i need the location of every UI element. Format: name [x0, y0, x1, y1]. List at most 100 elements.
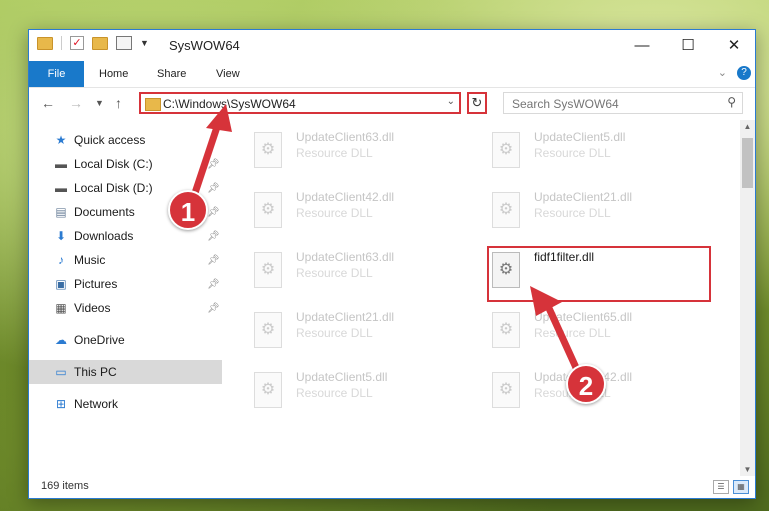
sidebar-item-pictures[interactable]: ▣ Pictures 📌︎: [29, 272, 222, 296]
sidebar-item-label: Music: [74, 253, 106, 267]
search-input[interactable]: [510, 95, 714, 113]
folder-icon: [145, 98, 161, 111]
title-bar: ✓ ▼ SysWOW64 — ☐ ✕: [29, 30, 755, 61]
file-item[interactable]: ⚙ UpdateClient63.dll Resource DLL: [224, 246, 454, 296]
ribbon-tabs: File Home Share View ⌄ ?: [29, 61, 755, 111]
drive-icon: ▬: [55, 157, 67, 171]
dll-file-icon: ⚙: [492, 192, 520, 228]
file-name: UpdateClient65.dll: [534, 310, 633, 324]
file-type: Resource DLL: [534, 146, 611, 160]
sidebar-item-music[interactable]: ♪ Music 📌︎: [29, 248, 222, 272]
address-dropdown-icon[interactable]: ⌄: [447, 96, 455, 107]
file-item[interactable]: ⚙ UpdateClient21.dll Resource DLL: [224, 306, 454, 356]
minimize-button[interactable]: —: [619, 30, 665, 61]
sidebar-item-label: Network: [74, 397, 119, 411]
quick-access-toolbar: ✓ ▼: [37, 36, 149, 50]
file-type: Resource DLL: [296, 266, 373, 280]
file-type: Resource DLL: [534, 326, 611, 340]
navigation-pane: ★ Quick access ▬ Local Disk (C:) 📌︎ ▬ Lo…: [29, 120, 224, 476]
address-bar[interactable]: C:\Windows\SysWOW64 ⌄: [139, 92, 461, 114]
tab-home[interactable]: Home: [99, 61, 128, 87]
network-icon: ⊞: [55, 397, 67, 411]
maximize-button[interactable]: ☐: [665, 30, 711, 61]
scroll-down-icon[interactable]: ▼: [740, 465, 755, 474]
close-button[interactable]: ✕: [711, 30, 757, 61]
file-type: Resource DLL: [534, 206, 611, 220]
monitor-icon: ▭: [55, 365, 67, 379]
cloud-icon: ☁: [55, 333, 67, 347]
sidebar-item-videos[interactable]: ▦ Videos 📌︎: [29, 296, 222, 320]
dll-file-icon: ⚙: [254, 372, 282, 408]
sidebar-item-onedrive[interactable]: ☁ OneDrive: [29, 328, 222, 352]
file-item[interactable]: ⚙ UpdateClient63.dll Resource DLL: [224, 126, 454, 176]
sidebar-item-quick-access[interactable]: ★ Quick access: [29, 128, 222, 152]
expand-ribbon-icon[interactable]: ⌄: [718, 66, 727, 79]
tab-share[interactable]: Share: [157, 61, 186, 87]
new-folder-icon[interactable]: [92, 36, 108, 50]
sidebar-item-label: Pictures: [74, 277, 118, 291]
videos-icon: ▦: [55, 301, 67, 315]
help-icon[interactable]: ?: [737, 66, 751, 80]
file-item[interactable]: ⚙ UpdateClient5.dll Resource DLL: [462, 126, 692, 176]
search-box[interactable]: ⚲: [503, 92, 743, 114]
dll-file-icon: ⚙: [492, 132, 520, 168]
item-count: 169 items: [41, 480, 89, 492]
file-item[interactable]: ⚙ UpdateClient5.dll Resource DLL: [224, 366, 454, 416]
sidebar-item-label: Quick access: [74, 133, 146, 147]
details-view-icon[interactable]: ☰: [713, 480, 729, 494]
pin-icon[interactable]: 📌︎: [207, 279, 220, 290]
file-name: UpdateClient21.dll: [534, 190, 633, 204]
file-type: Resource DLL: [296, 386, 373, 400]
dll-file-icon: ⚙: [254, 132, 282, 168]
up-arrow-icon[interactable]: ↑: [115, 95, 122, 111]
dll-file-icon: ⚙: [254, 252, 282, 288]
file-item[interactable]: ⚙ UpdateClient42.dll Resource DLL: [224, 186, 454, 236]
navigation-bar: ← → ▼ ↑ C:\Windows\SysWOW64 ⌄ ↻ ⚲: [29, 87, 755, 121]
search-icon[interactable]: ⚲: [727, 95, 736, 109]
recent-locations-icon[interactable]: ▼: [95, 98, 104, 108]
step-1-badge: 1: [168, 190, 208, 230]
pin-icon[interactable]: 📌︎: [207, 183, 220, 194]
sidebar-item-label: This PC: [74, 365, 117, 379]
folder-icon: [37, 36, 53, 50]
refresh-button[interactable]: ↻: [467, 92, 487, 114]
large-icons-view-icon[interactable]: ▦: [733, 480, 749, 494]
download-arrow-icon: ⬇: [55, 229, 67, 243]
file-type: Resource DLL: [296, 206, 373, 220]
file-highlight-box: [487, 246, 711, 302]
pin-icon[interactable]: 📌︎: [207, 303, 220, 314]
pin-icon[interactable]: 📌︎: [207, 159, 220, 170]
pin-icon[interactable]: 📌︎: [207, 207, 220, 218]
customize-dropdown-icon[interactable]: ▼: [140, 38, 149, 48]
file-name: UpdateClient5.dll: [534, 130, 626, 144]
step-2-badge: 2: [566, 364, 606, 404]
customize-icon[interactable]: [116, 36, 132, 50]
pin-icon[interactable]: 📌︎: [207, 255, 220, 266]
file-item[interactable]: ⚙ UpdateClient21.dll Resource DLL: [462, 186, 692, 236]
scrollbar-thumb[interactable]: [742, 138, 753, 188]
scroll-up-icon[interactable]: ▲: [740, 122, 755, 131]
sidebar-item-local-disk-c[interactable]: ▬ Local Disk (C:) 📌︎: [29, 152, 222, 176]
file-name: UpdateClient5.dll: [296, 370, 388, 384]
drive-icon: ▬: [55, 181, 67, 195]
sidebar-item-label: Local Disk (C:): [74, 157, 153, 171]
file-name: UpdateClient63.dll: [296, 130, 395, 144]
vertical-scrollbar[interactable]: ▲ ▼: [740, 120, 755, 476]
sidebar-item-this-pc[interactable]: ▭ This PC: [29, 360, 222, 384]
file-name: UpdateClient42.dll: [296, 190, 395, 204]
tab-view[interactable]: View: [216, 61, 240, 87]
divider: [61, 36, 62, 50]
file-name: UpdateClient21.dll: [296, 310, 395, 324]
file-list: ⚙ UpdateClient63.dll Resource DLL ⚙ Upda…: [224, 120, 740, 476]
sidebar-item-label: Videos: [74, 301, 111, 315]
back-arrow-icon[interactable]: ←: [41, 95, 55, 111]
sidebar-item-network[interactable]: ⊞ Network: [29, 392, 222, 416]
pictures-icon: ▣: [55, 277, 67, 291]
music-note-icon: ♪: [58, 253, 64, 267]
pin-icon[interactable]: 📌︎: [207, 231, 220, 242]
forward-arrow-icon[interactable]: →: [69, 95, 83, 111]
file-item[interactable]: ⚙ UpdateClient65.dll Resource DLL: [462, 306, 692, 356]
properties-check-icon[interactable]: ✓: [70, 36, 84, 50]
sidebar-item-label: OneDrive: [74, 333, 125, 347]
file-name: UpdateClient63.dll: [296, 250, 395, 264]
